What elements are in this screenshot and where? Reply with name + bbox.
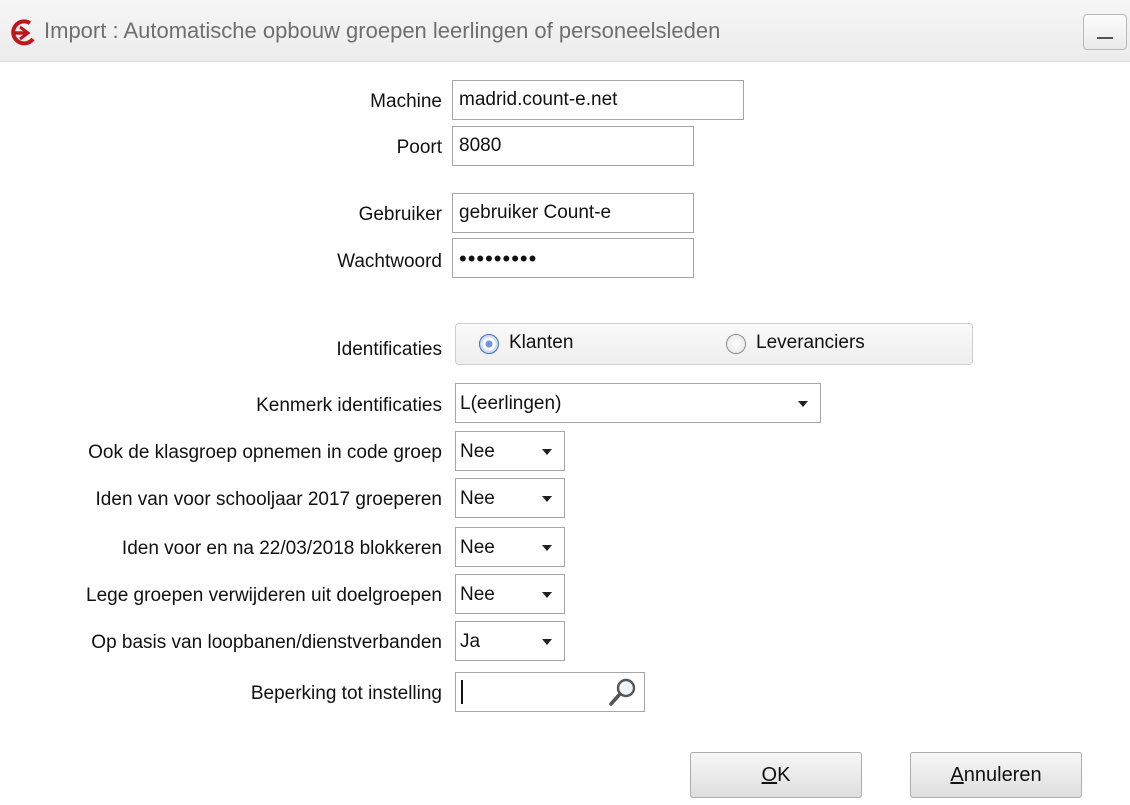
kenmerk-dropdown[interactable]: L(eerlingen) [455, 383, 821, 423]
radio-klanten-label: Klanten [509, 332, 574, 353]
schooljaar-value: Nee [460, 488, 495, 509]
klasgroep-value: Nee [460, 441, 495, 462]
schooljaar-dropdown[interactable]: Nee [455, 478, 565, 518]
identificaties-label: Identificaties [336, 339, 442, 360]
blokkeren-dropdown[interactable]: Nee [455, 527, 565, 567]
window-title: Import : Automatische opbouw groepen lee… [44, 18, 721, 43]
chevron-down-icon [542, 449, 552, 455]
loopbanen-label: Op basis van loopbanen/dienstverbanden [91, 632, 442, 653]
radio-checked-icon [479, 334, 499, 354]
chevron-down-icon [542, 592, 552, 598]
lege-groepen-label: Lege groepen verwijderen uit doelgroepen [86, 585, 442, 606]
identificaties-radio-group: Klanten Leveranciers [455, 323, 973, 365]
blokkeren-value: Nee [460, 537, 495, 558]
machine-input[interactable] [452, 80, 744, 120]
minimize-icon [1097, 37, 1113, 39]
kenmerk-label: Kenmerk identificaties [256, 395, 442, 416]
lege-groepen-value: Nee [460, 584, 495, 605]
beperking-label: Beperking tot instelling [250, 683, 442, 704]
count-e-logo-icon [11, 19, 35, 46]
chevron-down-icon [798, 401, 808, 407]
radio-unchecked-icon [726, 334, 746, 354]
text-caret [461, 680, 463, 704]
poort-input[interactable] [452, 126, 694, 166]
ok-button[interactable]: OK [690, 752, 862, 798]
chevron-down-icon [542, 545, 552, 551]
loopbanen-value: Ja [460, 631, 481, 652]
gebruiker-input[interactable] [452, 193, 694, 233]
radio-klanten[interactable]: Klanten [479, 324, 659, 364]
lege-groepen-dropdown[interactable]: Nee [455, 574, 565, 614]
chevron-down-icon [542, 639, 552, 645]
kenmerk-value: L(eerlingen) [460, 393, 562, 414]
search-icon[interactable] [608, 677, 638, 707]
beperking-search-input[interactable] [455, 672, 645, 712]
radio-leveranciers-label: Leveranciers [756, 332, 865, 353]
wachtwoord-input[interactable] [452, 238, 694, 278]
blokkeren-label: Iden voor en na 22/03/2018 blokkeren [121, 538, 442, 559]
gebruiker-label: Gebruiker [358, 204, 442, 225]
import-dialog: Import : Automatische opbouw groepen lee… [0, 0, 1130, 805]
chevron-down-icon [542, 496, 552, 502]
annuleren-button[interactable]: Annuleren [910, 752, 1082, 798]
wachtwoord-label: Wachtwoord [337, 251, 442, 272]
schooljaar-label: Iden van voor schooljaar 2017 groeperen [95, 489, 442, 510]
radio-leveranciers[interactable]: Leveranciers [726, 324, 926, 364]
loopbanen-dropdown[interactable]: Ja [455, 621, 565, 661]
poort-label: Poort [396, 137, 442, 158]
machine-label: Machine [370, 91, 442, 112]
minimize-button[interactable] [1083, 14, 1127, 50]
title-bar: Import : Automatische opbouw groepen lee… [0, 0, 1130, 62]
klasgroep-dropdown[interactable]: Nee [455, 431, 565, 471]
klasgroep-label: Ook de klasgroep opnemen in code groep [88, 442, 442, 463]
